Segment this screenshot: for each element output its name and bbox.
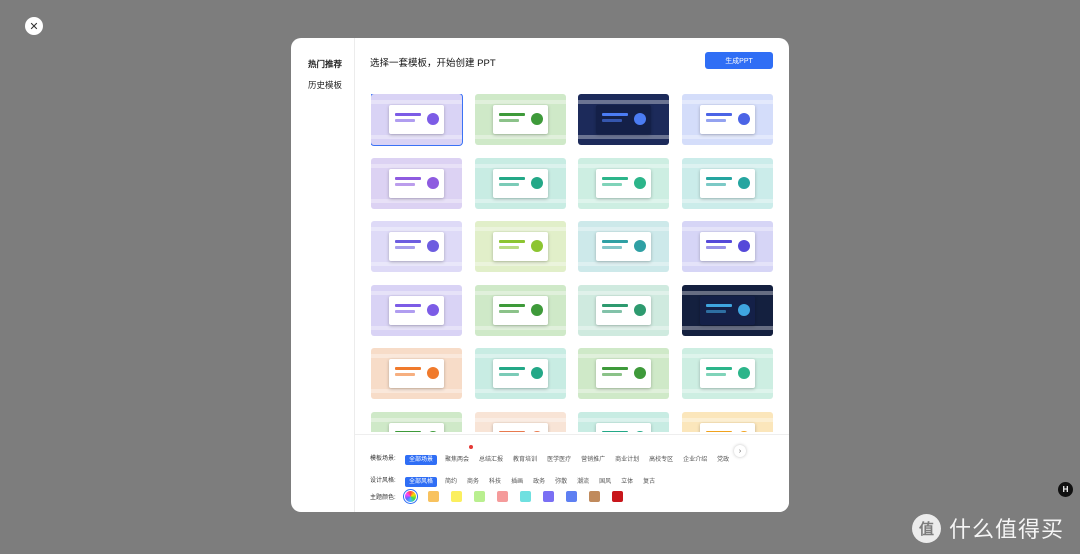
style-filter-chip[interactable]: 插画 bbox=[511, 479, 523, 485]
template-thumbnail[interactable] bbox=[681, 411, 773, 432]
style-filter-chip[interactable]: 政务 bbox=[533, 479, 545, 485]
style-filter-chip[interactable]: 立体 bbox=[621, 479, 633, 485]
close-button[interactable]: ✕ bbox=[25, 17, 43, 35]
color-filter-label: 主题颜色: bbox=[370, 495, 396, 501]
template-thumbnail[interactable] bbox=[578, 284, 669, 336]
scene-filter-chip[interactable]: 高校专区 bbox=[649, 457, 673, 463]
template-thumbnail[interactable] bbox=[371, 411, 462, 432]
filter-panel: 模板场景: 全部场景 聚焦两会 总结汇报 教育培训 医学医疗 营销推广 商业计划 高校专区 企业… bbox=[355, 434, 789, 512]
scene-filter-chip[interactable]: 总结汇报 bbox=[479, 457, 503, 463]
template-thumbnail[interactable] bbox=[474, 284, 566, 336]
template-modal: 热门推荐 历史模板 选择一套模板，开始创建 PPT 生成PPT ⌄ 模板场景: … bbox=[291, 38, 789, 512]
scene-filter-chip[interactable]: 全部场景 bbox=[405, 455, 438, 465]
color-swatch[interactable] bbox=[543, 491, 554, 502]
color-swatch[interactable] bbox=[589, 491, 600, 502]
template-thumbnail[interactable] bbox=[681, 157, 773, 209]
style-filter-label: 设计风格: bbox=[370, 477, 396, 484]
scene-filter-chip[interactable]: 教育培训 bbox=[513, 457, 537, 463]
scene-filter-chip[interactable]: 党政 bbox=[717, 457, 729, 463]
watermark-logo: 值 bbox=[912, 513, 941, 543]
style-filter-chip[interactable]: 国风 bbox=[599, 479, 611, 485]
sidebar-item-hot[interactable]: 热门推荐 bbox=[308, 58, 342, 70]
generate-ppt-button[interactable]: 生成PPT bbox=[705, 52, 773, 69]
style-filter-chip[interactable]: 商务 bbox=[467, 479, 479, 485]
template-grid bbox=[371, 94, 773, 432]
style-filter-chip[interactable]: 潮流 bbox=[577, 479, 589, 485]
style-filter-chip[interactable]: 弥散 bbox=[555, 479, 567, 485]
scene-filter-chip[interactable]: 聚焦两会 bbox=[445, 457, 469, 463]
style-filter-row: 设计风格: 全部风格 简约 商务 科技 插画 政务 弥散 潮流 国风 立体 复古 bbox=[370, 470, 665, 488]
sidebar: 热门推荐 历史模板 bbox=[291, 38, 355, 512]
template-thumbnail[interactable] bbox=[578, 348, 669, 399]
color-swatch[interactable] bbox=[497, 491, 508, 502]
template-thumbnail[interactable] bbox=[578, 157, 669, 209]
template-thumbnail[interactable] bbox=[681, 94, 773, 145]
template-thumbnail[interactable] bbox=[474, 157, 566, 209]
template-thumbnail[interactable] bbox=[681, 348, 773, 399]
color-swatch[interactable] bbox=[566, 491, 577, 502]
template-thumbnail[interactable] bbox=[681, 221, 773, 272]
chevron-right-icon[interactable]: › bbox=[734, 445, 746, 457]
style-filter-chip[interactable]: 复古 bbox=[643, 479, 655, 485]
scene-filter-chip[interactable]: 企业介绍 bbox=[683, 457, 707, 463]
style-filter-chip[interactable]: 简约 bbox=[445, 479, 457, 485]
color-swatch[interactable] bbox=[428, 491, 439, 502]
template-thumbnail[interactable] bbox=[474, 221, 566, 272]
watermark: 值 什么值得买 bbox=[912, 512, 1064, 544]
close-icon: ✕ bbox=[29, 20, 39, 33]
template-thumbnail[interactable] bbox=[371, 348, 462, 399]
template-thumbnail[interactable] bbox=[578, 221, 669, 272]
template-thumbnail[interactable] bbox=[371, 94, 463, 146]
template-thumbnail[interactable] bbox=[681, 284, 773, 336]
template-thumbnail[interactable] bbox=[474, 411, 566, 432]
color-swatch[interactable] bbox=[520, 491, 531, 502]
sidebar-item-history[interactable]: 历史模板 bbox=[308, 79, 342, 91]
page-title: 选择一套模板，开始创建 PPT bbox=[370, 58, 496, 69]
all-colors-swatch[interactable] bbox=[403, 489, 418, 504]
scene-filter-chip[interactable]: 商业计划 bbox=[615, 457, 639, 463]
color-swatch[interactable] bbox=[451, 491, 462, 502]
style-filter-chip[interactable]: 科技 bbox=[489, 479, 501, 485]
color-swatch[interactable] bbox=[474, 491, 485, 502]
template-thumbnail[interactable] bbox=[371, 157, 462, 209]
template-thumbnail[interactable] bbox=[474, 348, 566, 399]
color-swatch[interactable] bbox=[612, 491, 623, 502]
scene-filter-label: 模板场景: bbox=[370, 455, 396, 462]
scene-filter-chip[interactable]: 医学医疗 bbox=[547, 457, 571, 463]
template-thumbnail[interactable] bbox=[578, 94, 669, 145]
new-badge-dot bbox=[469, 445, 474, 449]
template-thumbnail[interactable] bbox=[371, 221, 462, 272]
style-filter-chip[interactable]: 全部风格 bbox=[405, 477, 438, 487]
color-filter-row: 主题颜色: bbox=[370, 489, 635, 504]
template-thumbnail[interactable] bbox=[578, 411, 669, 432]
corner-badge[interactable]: H bbox=[1058, 482, 1073, 497]
scene-filter-chip[interactable]: 营销推广 bbox=[581, 457, 605, 463]
scene-filter-row: 模板场景: 全部场景 聚焦两会 总结汇报 教育培训 医学医疗 营销推广 商业计划 高校专区 企业… bbox=[370, 445, 739, 466]
watermark-text: 什么值得买 bbox=[949, 517, 1065, 542]
template-thumbnail[interactable] bbox=[474, 94, 566, 145]
template-thumbnail[interactable] bbox=[371, 284, 462, 336]
